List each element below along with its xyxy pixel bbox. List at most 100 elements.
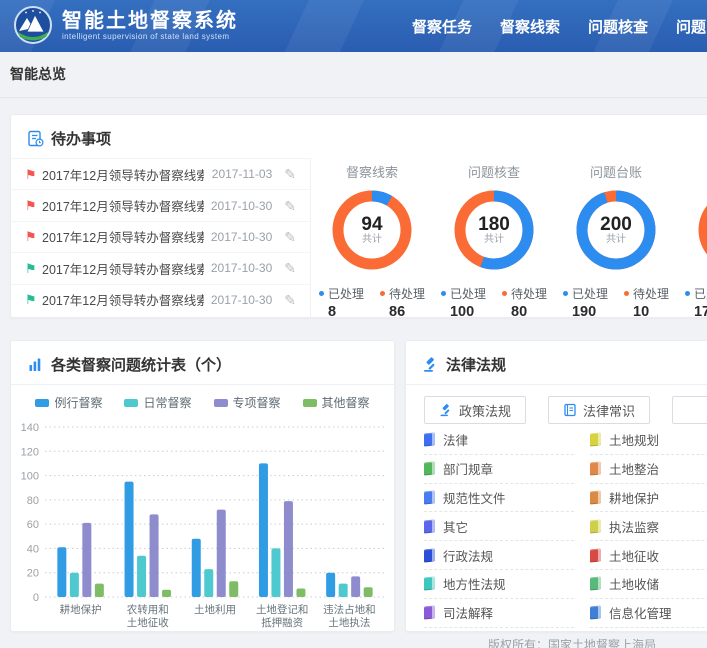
legal-item-label: 行政法规 [443,546,493,565]
bar-日常督察-土地利用[interactable] [204,569,213,597]
legend-dot-icon [319,291,324,296]
bar-其他督察-土地利用[interactable] [229,581,238,597]
bar-例行督察-土地登记和抵押融资[interactable] [259,463,268,597]
bar-例行督察-土地利用[interactable] [192,539,201,597]
bar-其他督察-农转用和土地征收[interactable] [162,590,171,597]
legend-label: 待处理 [511,285,547,302]
logo-emblem-icon [14,6,52,44]
bar-日常督察-农转用和土地征收[interactable] [137,556,146,597]
book-icon [424,606,435,620]
donut-strip: 督察线索94共计已处理8待处理86问题核查180共计已处理100待处理80问题台… [311,158,707,320]
bar-legend-label: 其他督察 [322,394,370,411]
todo-item-date: 2017-10-30 [204,199,272,213]
todo-item-date: 2017-10-30 [204,230,272,244]
bar-专项督察-土地登记和抵押融资[interactable] [284,501,293,597]
legend-dot-icon [441,291,446,296]
bar-例行督察-农转用和土地征收[interactable] [125,482,134,597]
legend-swatch-icon [214,399,228,407]
nav-item-2[interactable]: 问题核查 [588,16,648,37]
svg-text:耕地保护: 耕地保护 [60,603,102,616]
todo-list: ⚑2017年12月领导转办督察线索2017-11-03✎⚑2017年12月领导转… [11,158,311,320]
legend-label: 待处理 [389,285,425,302]
legend-label: 待处理 [633,285,669,302]
bar-legend-label: 专项督察 [233,394,281,411]
legal-item[interactable]: 土地征收 [590,541,707,570]
edit-pencil-icon[interactable]: ✎ [284,230,296,244]
bar-日常督察-耕地保护[interactable] [70,573,79,597]
bar-专项督察-违法占地和土地执法[interactable] [351,576,360,597]
flag-icon: ⚑ [25,262,42,275]
todo-item[interactable]: ⚑2017年12月领导转办督察线索2017-10-30✎ [11,221,310,252]
bar-专项督察-土地利用[interactable] [217,510,226,597]
legal-item[interactable]: 法律 [424,426,574,455]
legend-label: 已处理 [328,285,364,302]
bar-专项督察-耕地保护[interactable] [82,523,91,597]
bar-例行督察-耕地保护[interactable] [57,547,66,597]
book-icon [590,577,601,591]
donut-legend-item: 已处理190 [563,285,608,320]
legal-item[interactable]: 行政法规 [424,541,574,570]
bar-legend-label: 例行督察 [54,394,102,411]
nav-item-1[interactable]: 督察线索 [500,16,560,37]
edit-pencil-icon[interactable]: ✎ [284,167,296,181]
legend-label: 已处理 [694,285,707,302]
nav-item-0[interactable]: 督察任务 [412,16,472,37]
todo-item-date: 2017-10-30 [204,293,272,307]
legal-column-2: 土地规划土地整治耕地保护执法监察土地征收土地收储信息化管理 [590,426,707,628]
nav-item-3[interactable]: 问题台账 [676,16,707,37]
legal-item[interactable]: 司法解释 [424,599,574,628]
edit-pencil-icon[interactable]: ✎ [284,199,296,213]
donut-legend-item: 已处理175 [685,285,707,320]
legal-button-0[interactable]: 政策法规 [424,396,526,424]
todo-item[interactable]: ⚑2017年12月领导转办督察线索2017-11-03✎ [11,158,310,189]
legal-item[interactable]: 执法监察 [590,512,707,541]
edit-pencil-icon[interactable]: ✎ [284,261,296,275]
edit-pencil-icon[interactable]: ✎ [284,293,296,307]
bar-例行督察-违法占地和土地执法[interactable] [326,573,335,597]
donut-chart-block: 督察任务已处理175待处理 [677,160,707,320]
svg-text:94: 94 [361,214,383,235]
legend-value: 100 [441,304,486,320]
book-icon [424,548,435,562]
legal-item[interactable]: 其它 [424,512,574,541]
bar-日常督察-违法占地和土地执法[interactable] [339,584,348,597]
bar-专项督察-农转用和土地征收[interactable] [150,514,159,597]
legal-card: 法律法规 政策法规法律常识 法律部门规章规范性文件其它行政法规地方性法规司法解释… [405,340,707,632]
flag-icon: ⚑ [25,168,42,181]
legal-button-2[interactable] [672,396,707,424]
svg-text:土地登记和抵押融资: 土地登记和抵押融资 [256,603,309,629]
legal-item[interactable]: 土地整治 [590,455,707,484]
book-icon [590,462,601,476]
legal-item-label: 土地收储 [609,574,659,593]
bar-其他督察-土地登记和抵押融资[interactable] [296,589,305,598]
bar-legend-item[interactable]: 例行督察 [35,394,102,411]
legal-button-1[interactable]: 法律常识 [548,396,650,424]
main-nav: 督察任务 督察线索 问题核查 问题台账 [412,0,707,52]
legal-item[interactable]: 地方性法规 [424,570,574,599]
todo-item[interactable]: ⚑2017年12月领导转办督察线索2017-10-30✎ [11,284,310,315]
bar-legend-item[interactable]: 专项督察 [214,394,281,411]
flag-icon: ⚑ [25,293,42,306]
legend-label: 已处理 [450,285,486,302]
todo-item[interactable]: ⚑2017年12月领导转办督察线索2017-10-30✎ [11,252,310,283]
legal-item[interactable]: 耕地保护 [590,484,707,513]
todo-item[interactable]: ⚑2017年12月领导转办督察线索2017-10-30✎ [11,189,310,220]
bar-legend-item[interactable]: 其他督察 [303,394,370,411]
legal-item-label: 其它 [443,517,468,536]
todo-item-text: 2017年12月领导转办督察线索 [42,259,204,278]
bar-其他督察-耕地保护[interactable] [95,584,104,597]
legend-swatch-icon [35,399,49,407]
legal-item[interactable]: 土地规划 [590,426,707,455]
svg-text:200: 200 [600,214,632,235]
book-icon [424,490,435,504]
legal-item[interactable]: 规范性文件 [424,484,574,513]
legal-item[interactable]: 土地收储 [590,570,707,599]
book-icon [424,462,435,476]
legal-item[interactable]: 信息化管理 [590,599,707,628]
legal-item[interactable]: 部门规章 [424,455,574,484]
bar-日常督察-土地登记和抵押融资[interactable] [271,548,280,597]
app-title: 智能土地督察系统 [62,10,238,32]
bar-legend-item[interactable]: 日常督察 [124,394,191,411]
donut-ring [692,184,707,276]
bar-其他督察-违法占地和土地执法[interactable] [364,587,373,597]
